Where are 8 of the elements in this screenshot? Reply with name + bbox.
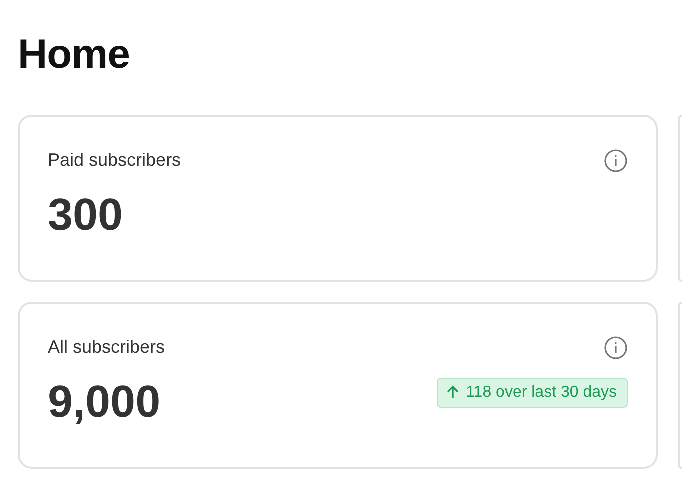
page-title: Home — [18, 34, 131, 75]
info-icon[interactable] — [604, 336, 628, 360]
stat-label: Paid subscribers — [48, 149, 182, 172]
trend-badge: 118 over last 30 days — [437, 378, 628, 408]
stat-label: All subscribers — [48, 336, 166, 359]
stat-value: 300 — [48, 192, 124, 237]
stat-value: 9,000 — [48, 379, 161, 424]
info-icon[interactable] — [604, 148, 628, 172]
